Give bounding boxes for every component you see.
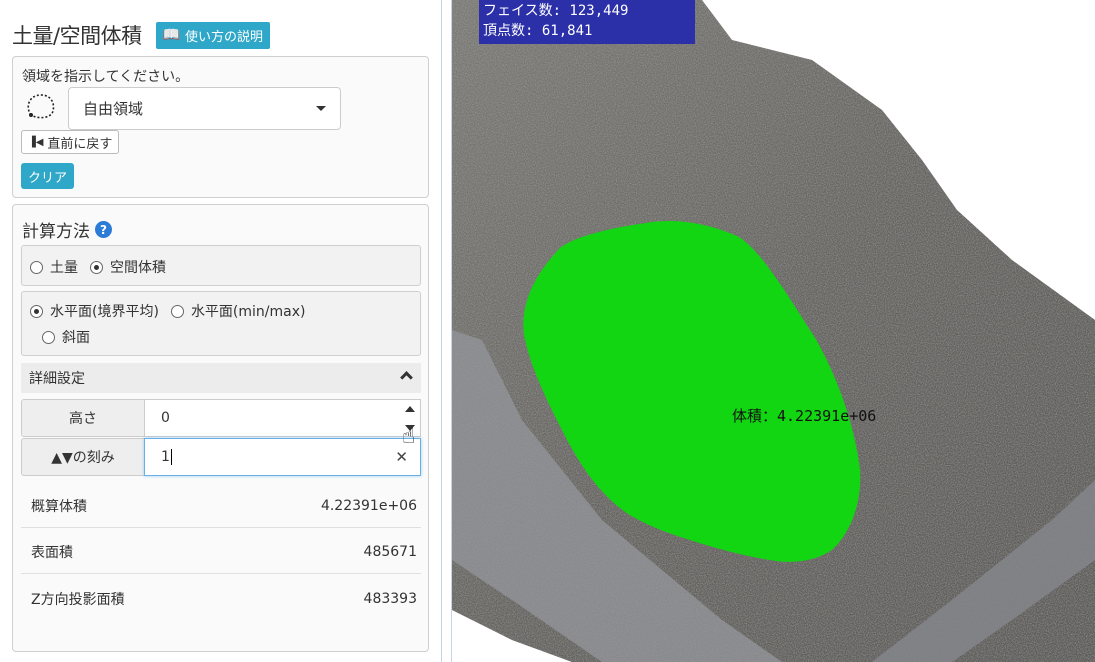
result-label: Z方向投影面積 — [31, 592, 125, 608]
result-label: 概算体積 — [31, 498, 87, 515]
undo-button[interactable]: ▐◀ 直前に戻す — [21, 130, 120, 154]
region-instruction: 領域を指示してください。 — [22, 69, 190, 85]
method-radio-row: 土量 空間体積 — [30, 257, 174, 277]
radio-plane-boundary-avg-label[interactable]: 水平面(境界平均) — [50, 301, 159, 321]
result-label: 表面積 — [31, 544, 73, 561]
spin-up-icon[interactable] — [405, 406, 415, 412]
height-value: 0 — [161, 410, 170, 426]
radio-method-space[interactable] — [90, 260, 103, 274]
step-value: 1 — [161, 449, 170, 465]
settings-panel: 土量/空間体積 📖 使い方の説明 領域を指示してください。 自由領域 ▐◀ 直前… — [0, 0, 440, 662]
undo-button-label: 直前に戻す — [47, 136, 113, 152]
volume-annotation: 体積：4.22391e+06 — [732, 407, 877, 425]
calc-method-title: 計算方法 — [22, 222, 90, 242]
radio-method-space-label[interactable]: 空間体積 — [110, 257, 166, 277]
chevron-up-icon — [400, 371, 413, 384]
result-row-projection: Z方向投影面積 483393 — [21, 577, 421, 621]
title-row: 土量/空間体積 📖 使い方の説明 — [12, 18, 271, 52]
region-mode-select[interactable]: 自由領域 — [68, 87, 341, 130]
calc-method-heading: 計算方法 ? — [22, 217, 112, 242]
radio-plane-slope[interactable] — [42, 330, 55, 344]
caret-down-icon — [316, 106, 326, 111]
3d-viewport[interactable]: フェイス数: 123,449 頂点数: 61,841 体積：4.22391e+0… — [452, 0, 1095, 662]
vertex-count-text: 頂点数: 61,841 — [483, 23, 593, 39]
detail-settings-label: 詳細設定 — [29, 371, 85, 387]
detail-settings-toggle[interactable]: 詳細設定 — [21, 363, 421, 393]
radio-plane-slope-label[interactable]: 斜面 — [62, 327, 90, 347]
result-row-volume: 概算体積 4.22391e+06 — [21, 484, 421, 528]
radio-plane-minmax-label[interactable]: 水平面(min/max) — [191, 301, 306, 321]
face-count-text: フェイス数: 123,449 — [483, 3, 629, 19]
panel-splitter[interactable] — [441, 0, 452, 662]
plane-radio-row-2: 斜面 — [42, 327, 98, 347]
radio-plane-boundary-avg[interactable] — [30, 304, 43, 318]
method-radio-group: 土量 空間体積 — [21, 245, 421, 286]
step-label: ▲▼の刻み — [21, 438, 145, 476]
step-field-row: ▲▼の刻み 1 ✕ — [21, 438, 421, 476]
radio-method-soil-label[interactable]: 土量 — [50, 257, 78, 277]
skip-back-icon: ▐◀ — [28, 136, 44, 148]
clear-button[interactable]: クリア — [21, 163, 75, 189]
plane-radio-row-1: 水平面(境界平均) 水平面(min/max) — [30, 301, 313, 321]
hand-cursor-icon: ☝ — [402, 424, 416, 449]
clear-input-icon[interactable]: ✕ — [395, 448, 408, 466]
result-value: 485671 — [363, 543, 417, 560]
radio-method-soil[interactable] — [30, 260, 43, 274]
mesh-stats-box: フェイス数: 123,449 頂点数: 61,841 — [479, 0, 695, 44]
result-value: 4.22391e+06 — [320, 497, 417, 514]
step-input[interactable]: 1 ✕ — [144, 438, 421, 476]
result-value: 483393 — [363, 591, 417, 607]
lasso-icon — [27, 94, 55, 119]
help-button-label: 使い方の説明 — [185, 29, 264, 45]
question-icon[interactable]: ? — [95, 221, 112, 238]
text-cursor — [170, 449, 172, 465]
region-mode-value: 自由領域 — [83, 100, 144, 118]
help-button[interactable]: 📖 使い方の説明 — [155, 21, 271, 49]
radio-plane-minmax[interactable] — [170, 304, 184, 318]
calc-box: 計算方法 ? 土量 空間体積 水平面(境界平均) 水平面(min/max) 斜面 — [12, 204, 429, 652]
height-input[interactable]: 0 — [144, 399, 421, 437]
page-title: 土量/空間体積 — [12, 24, 142, 48]
point-cloud-render[interactable] — [452, 0, 1095, 662]
height-label: 高さ — [21, 399, 145, 437]
plane-radio-group: 水平面(境界平均) 水平面(min/max) 斜面 — [21, 291, 421, 356]
book-icon: 📖 — [162, 27, 181, 43]
result-row-surface: 表面積 485671 — [21, 530, 421, 574]
region-box: 領域を指示してください。 自由領域 ▐◀ 直前に戻す クリア — [12, 56, 429, 198]
height-field-row: 高さ 0 — [21, 399, 421, 437]
